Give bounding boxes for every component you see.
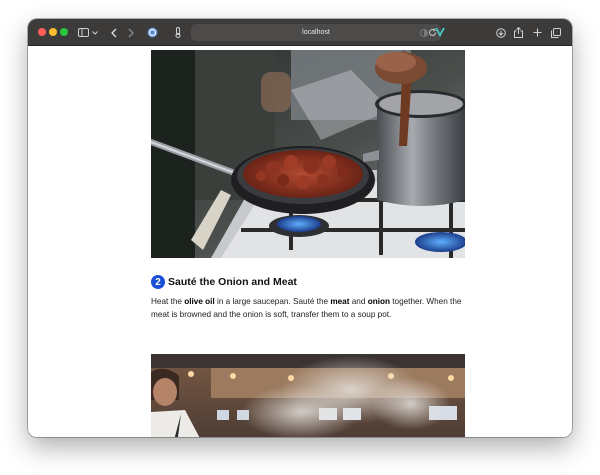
step-number-badge: 2 (151, 275, 165, 289)
new-tab-icon[interactable] (532, 25, 542, 40)
browser-toolbar: localhost (28, 19, 572, 46)
privacy-shield-icon[interactable] (146, 25, 158, 40)
minimize-window-button[interactable] (49, 28, 57, 36)
step-heading: 2 Sauté the Onion and Meat (151, 274, 297, 290)
address-bar[interactable]: localhost (191, 24, 441, 41)
download-icon[interactable] (495, 25, 506, 40)
ingredient-onion: onion (367, 297, 390, 306)
extension-icon[interactable] (174, 25, 182, 40)
back-icon[interactable] (109, 25, 118, 40)
reader-icon[interactable] (420, 25, 428, 40)
page-content: 2 Sauté the Onion and Meat Heat the oliv… (28, 46, 572, 437)
zoom-window-button[interactable] (60, 28, 68, 36)
step-text-segment: in a large saucepan. Sauté the (214, 297, 331, 306)
kitchen-chef-photo (151, 354, 465, 437)
forward-icon[interactable] (126, 25, 135, 40)
url-text: localhost (302, 29, 330, 36)
sidebar-icon[interactable] (77, 25, 89, 40)
step-description: Heat the olive oil in a large saucepan. … (151, 296, 467, 321)
step-title: Sauté the Onion and Meat (168, 276, 297, 288)
cooking-pan-photo (151, 50, 465, 258)
ingredient-meat: meat (330, 297, 350, 306)
share-icon[interactable] (513, 25, 523, 40)
chevron-down-icon[interactable] (91, 25, 98, 40)
vue-devtools-icon[interactable] (434, 25, 445, 40)
ingredient-olive-oil: olive oil (184, 297, 215, 306)
step-text-segment: and (349, 297, 368, 306)
step-text-segment: Heat the (151, 297, 185, 306)
close-window-button[interactable] (38, 28, 46, 36)
tabs-overview-icon[interactable] (550, 25, 561, 40)
browser-window: localhost 2 Sauté the Onion and Meat Hea… (28, 19, 572, 437)
